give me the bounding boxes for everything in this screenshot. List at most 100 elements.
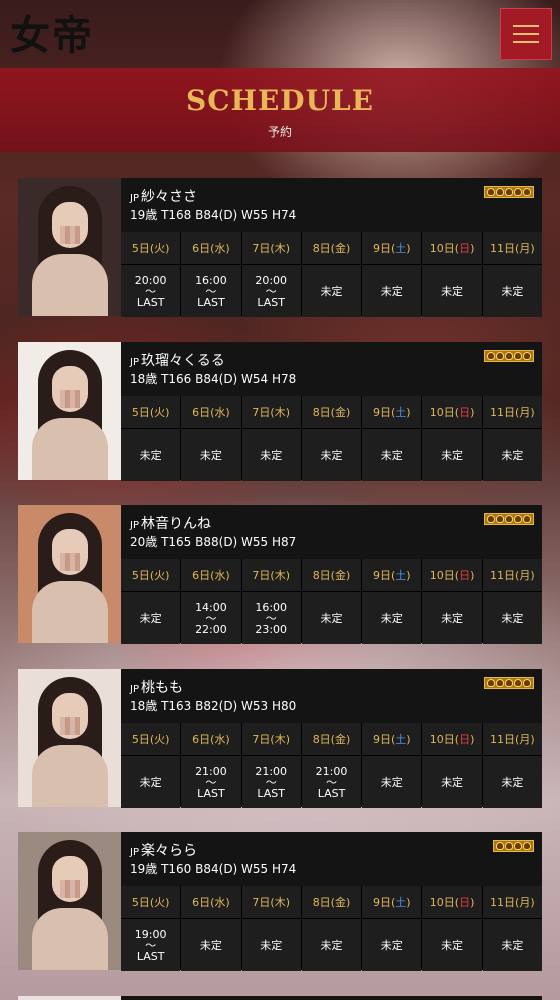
day-header: 11日(月)	[482, 232, 542, 264]
schedule-time: 14:00	[195, 600, 227, 614]
cast-name[interactable]: JP 桃もも	[130, 677, 183, 697]
day-header: 6日(水)	[181, 232, 241, 264]
schedule-cell: 未定	[121, 756, 181, 808]
schedule-time: 〜	[145, 284, 157, 298]
day-header: 9日(土)	[362, 232, 422, 264]
schedule-time: 21:00	[255, 764, 288, 778]
cast-photo[interactable]	[18, 178, 121, 316]
nationality-flag: JP	[130, 684, 139, 695]
schedule-time: 20:00	[134, 273, 167, 287]
money-bag-icon	[523, 842, 531, 850]
cast-name[interactable]: JP 玖瑠々くるる	[130, 350, 225, 370]
day-header: 10日(日)	[422, 559, 482, 591]
money-bag-icon	[496, 515, 504, 523]
schedule-time: 未定	[260, 448, 283, 462]
schedule-grid: 5日(火) 6日(水) 7日(木) 8日(金) 9日(土) 10日(日) 11日(月) 20:…	[121, 232, 542, 317]
menu-button[interactable]	[500, 8, 552, 60]
money-bag-icon	[523, 188, 531, 196]
schedule-cell: 未定	[422, 429, 482, 481]
day-header: 10日(日)	[422, 396, 482, 428]
rank-badge-icon	[484, 677, 534, 689]
day-header: 5日(火)	[121, 559, 181, 591]
day-header: 8日(金)	[301, 232, 362, 264]
cast-photo[interactable]	[18, 669, 121, 807]
schedule-grid: 5日(火) 6日(水) 7日(木) 8日(金) 9日(土) 10日(日) 11日(月) 未定 2…	[121, 723, 542, 808]
cast-name[interactable]: JP 楽々らら	[130, 840, 197, 860]
schedule-time: 〜	[145, 938, 157, 952]
day-header: 5日(火)	[121, 886, 181, 918]
site-logo[interactable]: 女帝	[10, 8, 110, 64]
day-header: 8日(金)	[301, 396, 362, 428]
cast-card-partial[interactable]	[18, 996, 542, 1000]
money-bag-icon	[523, 679, 531, 687]
schedule-cell: 未定	[181, 919, 241, 971]
day-header: 7日(木)	[241, 723, 301, 755]
day-header: 6日(水)	[181, 886, 241, 918]
schedule-time: 19:00	[134, 927, 167, 941]
schedule-cell: 未定	[482, 265, 542, 317]
schedule-time: 21:00	[315, 764, 348, 778]
money-bag-icon	[505, 188, 513, 196]
money-bag-icon	[514, 679, 522, 687]
schedule-time: 〜	[205, 284, 217, 298]
schedule-time: 未定	[441, 284, 464, 298]
schedule-time: LAST	[317, 786, 346, 800]
day-header: 11日(月)	[482, 723, 542, 755]
money-bag-icon	[505, 679, 513, 687]
cast-stats: 18歳 T163 B82(D) W53 H80	[130, 699, 297, 713]
cast-name[interactable]: JP 紗々ささ	[130, 186, 197, 206]
schedule-time: 未定	[501, 938, 524, 952]
day-header: 7日(木)	[241, 886, 301, 918]
cast-card[interactable]: JP 楽々らら 19歳 T160 B84(D) W55 H74 5日(火) 6日(水) 7…	[18, 832, 542, 971]
schedule-time: 未定	[320, 938, 343, 952]
cast-card[interactable]: JP 林音りんね 20歳 T165 B88(D) W55 H87 5日(火) 6日(水)…	[18, 505, 542, 644]
cast-name-text: 楽々らら	[140, 843, 197, 859]
schedule-cell: 未定	[482, 429, 542, 481]
day-header: 11日(月)	[482, 886, 542, 918]
page-subtitle: 予約	[267, 125, 292, 139]
schedule-cell: 21:00 〜 LAST	[241, 756, 301, 808]
schedule-time: 〜	[205, 611, 217, 625]
schedule-cell: 未定	[482, 756, 542, 808]
schedule-cell: 未定	[301, 919, 362, 971]
day-header: 9日(土)	[362, 396, 422, 428]
day-header: 5日(火)	[121, 232, 181, 264]
day-header: 7日(木)	[241, 396, 301, 428]
money-bag-icon	[505, 352, 513, 360]
cast-photo[interactable]	[18, 342, 121, 480]
schedule-time: 未定	[501, 775, 524, 789]
nationality-flag: JP	[130, 193, 139, 204]
money-bag-icon	[496, 352, 504, 360]
cast-name[interactable]: JP 林音りんね	[130, 513, 211, 533]
cast-card[interactable]: JP 玖瑠々くるる 18歳 T166 B84(D) W54 H78 5日(火) 6日(水…	[18, 342, 542, 481]
schedule-cell: 未定	[301, 592, 362, 644]
schedule-cell: 未定	[301, 429, 362, 481]
cast-card[interactable]: JP 桃もも 18歳 T163 B82(D) W53 H80 5日(火) 6日(水) 7日…	[18, 669, 542, 808]
schedule-cell: 16:00 〜 LAST	[181, 265, 241, 317]
money-bag-icon	[505, 842, 513, 850]
schedule-time: 23:00	[255, 622, 288, 636]
cast-card[interactable]: JP 紗々ささ 19歳 T168 B84(D) W55 H74 5日(火) 6日(水) 7…	[18, 178, 542, 317]
schedule-time: LAST	[257, 295, 285, 309]
cast-stats: 19歳 T160 B84(D) W55 H74	[130, 862, 297, 876]
hamburger-icon	[513, 25, 539, 27]
cast-photo[interactable]	[18, 996, 121, 1000]
schedule-cell: 20:00 〜 LAST	[121, 265, 181, 317]
schedule-time: 未定	[380, 775, 403, 789]
schedule-time: 未定	[501, 284, 524, 298]
money-bag-icon	[487, 188, 495, 196]
cast-photo[interactable]	[18, 505, 121, 643]
rank-badge-icon	[484, 186, 534, 198]
money-bag-icon	[496, 188, 504, 196]
money-bag-icon	[523, 352, 531, 360]
day-header: 11日(月)	[482, 396, 542, 428]
schedule-cell: 20:00 〜 LAST	[241, 265, 301, 317]
schedule-time: LAST	[136, 295, 165, 309]
day-header: 7日(木)	[241, 232, 301, 264]
schedule-banner: SCHEDULE 予約	[0, 68, 560, 152]
schedule-time: 〜	[325, 775, 337, 789]
cast-photo[interactable]	[18, 832, 121, 970]
schedule-time: 未定	[441, 938, 464, 952]
day-header: 10日(日)	[422, 886, 482, 918]
schedule-time: LAST	[136, 949, 165, 963]
